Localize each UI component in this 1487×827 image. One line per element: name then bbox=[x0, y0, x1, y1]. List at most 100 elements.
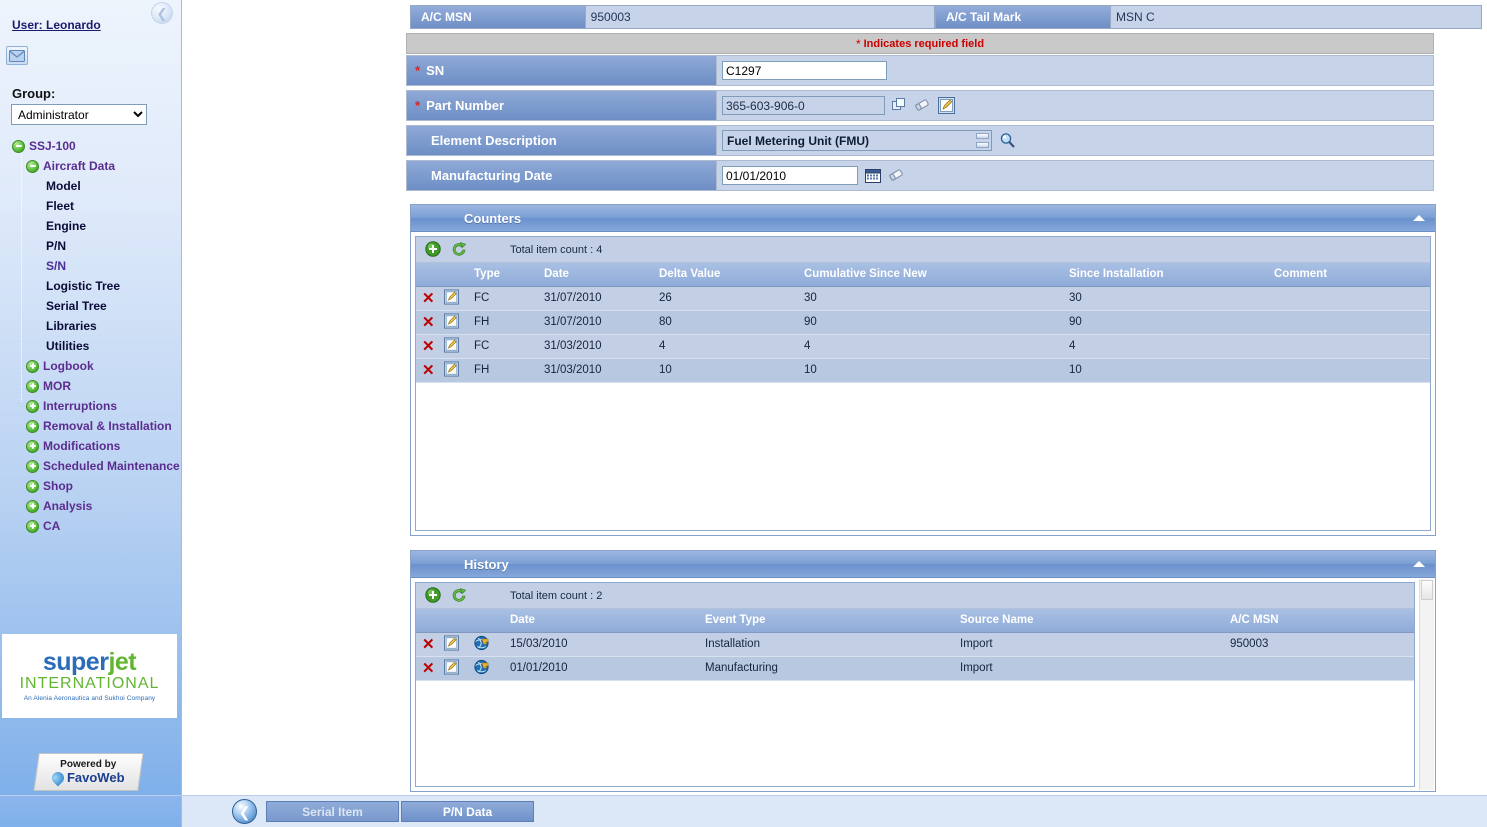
tree-item-interruptions[interactable]: Interruptions bbox=[8, 396, 181, 416]
history-panel-header[interactable]: History bbox=[411, 551, 1435, 578]
manufacturing-date-label: Manufacturing Date bbox=[407, 161, 717, 190]
tree-item-ca[interactable]: CA bbox=[8, 516, 181, 536]
counters-panel-header[interactable]: Counters bbox=[411, 205, 1435, 232]
tree-item-serial-tree[interactable]: Serial Tree bbox=[8, 296, 181, 316]
counters-cell-delta: 80 bbox=[653, 310, 798, 335]
tree-expand-icon[interactable] bbox=[26, 419, 39, 433]
edit-icon[interactable] bbox=[938, 97, 955, 114]
eraser-icon[interactable] bbox=[914, 98, 931, 113]
counters-edit-cell[interactable] bbox=[438, 358, 468, 383]
counters-row[interactable]: ✕ FH 31/03/2010 10 10 10 bbox=[416, 358, 1430, 383]
tree-expand-icon[interactable] bbox=[26, 399, 39, 413]
bottom-bar: ❮ Serial Item P/N Data bbox=[0, 795, 1487, 827]
counters-row[interactable]: ✕ FH 31/07/2010 80 90 90 bbox=[416, 310, 1430, 335]
tree-item-engine[interactable]: Engine bbox=[8, 216, 181, 236]
add-icon[interactable] bbox=[425, 587, 442, 604]
counters-delete-cell[interactable]: ✕ bbox=[416, 334, 438, 359]
tree-expand-icon[interactable] bbox=[26, 519, 39, 533]
history-delete-cell[interactable]: ✕ bbox=[416, 656, 438, 681]
tree-item-modifications[interactable]: Modifications bbox=[8, 436, 181, 456]
history-source-cell[interactable] bbox=[468, 632, 504, 657]
delete-icon[interactable]: ✕ bbox=[422, 660, 435, 677]
delete-icon[interactable]: ✕ bbox=[422, 362, 435, 379]
mail-icon[interactable] bbox=[6, 46, 28, 65]
tab-pn-data[interactable]: P/N Data bbox=[401, 801, 534, 822]
counters-title: Counters bbox=[464, 210, 522, 226]
edit-icon[interactable] bbox=[444, 635, 459, 654]
tree-item-analysis[interactable]: Analysis bbox=[8, 496, 181, 516]
history-row[interactable]: ✕ 15/03/2010 Installation Import 950003 bbox=[416, 632, 1414, 657]
tree-item-logistic-tree[interactable]: Logistic Tree bbox=[8, 276, 181, 296]
refresh-icon[interactable] bbox=[451, 241, 468, 258]
delete-icon[interactable]: ✕ bbox=[422, 636, 435, 653]
tree-item-aircraft-data[interactable]: Aircraft Data bbox=[8, 156, 181, 176]
history-delete-cell[interactable]: ✕ bbox=[416, 632, 438, 657]
tree-item-fleet[interactable]: Fleet bbox=[8, 196, 181, 216]
refresh-icon[interactable] bbox=[451, 587, 468, 604]
history-scrollbar[interactable] bbox=[1419, 579, 1434, 790]
counters-col-type: Type bbox=[468, 263, 538, 287]
add-icon[interactable] bbox=[425, 241, 442, 258]
tree-expand-icon[interactable] bbox=[26, 479, 39, 493]
tree-item-utilities[interactable]: Utilities bbox=[8, 336, 181, 356]
edit-icon[interactable] bbox=[444, 289, 459, 308]
counters-edit-cell[interactable] bbox=[438, 334, 468, 359]
history-source-cell[interactable] bbox=[468, 656, 504, 681]
tree-item-scheduled-maintenance[interactable]: Scheduled Maintenance bbox=[8, 456, 181, 476]
tree-item-shop[interactable]: Shop bbox=[8, 476, 181, 496]
edit-icon[interactable] bbox=[444, 361, 459, 380]
chevron-up-icon[interactable] bbox=[1413, 215, 1425, 221]
counters-col-edit bbox=[438, 263, 468, 287]
tree-item-s-n[interactable]: S/N bbox=[8, 256, 181, 276]
counters-edit-cell[interactable] bbox=[438, 310, 468, 335]
edit-icon[interactable] bbox=[444, 313, 459, 332]
back-arrow-icon[interactable]: ❮ bbox=[232, 799, 257, 824]
counters-row[interactable]: ✕ FC 31/03/2010 4 4 4 bbox=[416, 334, 1430, 359]
source-globe-icon[interactable] bbox=[474, 659, 490, 678]
tab-serial-item[interactable]: Serial Item bbox=[266, 801, 399, 822]
delete-icon[interactable]: ✕ bbox=[422, 290, 435, 307]
history-scrollbar-thumb[interactable] bbox=[1421, 580, 1433, 600]
sidebar-collapse-button[interactable]: ❮ bbox=[151, 2, 175, 26]
counters-edit-cell[interactable] bbox=[438, 286, 468, 311]
history-row[interactable]: ✕ 01/01/2010 Manufacturing Import bbox=[416, 656, 1414, 681]
tree-item-mor[interactable]: MOR bbox=[8, 376, 181, 396]
chevron-up-icon[interactable] bbox=[1413, 561, 1425, 567]
delete-icon[interactable]: ✕ bbox=[422, 338, 435, 355]
element-description-combo[interactable]: Fuel Metering Unit (FMU) bbox=[722, 130, 992, 151]
history-edit-cell[interactable] bbox=[438, 632, 468, 657]
manufacturing-date-input[interactable] bbox=[722, 166, 858, 185]
spinner-icon[interactable] bbox=[976, 133, 989, 148]
tree-collapse-icon[interactable] bbox=[26, 159, 39, 173]
source-globe-icon[interactable] bbox=[474, 635, 490, 654]
tree-item-ssj-100[interactable]: SSJ-100 bbox=[8, 136, 181, 156]
tree-collapse-icon[interactable] bbox=[12, 139, 25, 153]
part-number-input[interactable] bbox=[722, 96, 885, 115]
history-edit-cell[interactable] bbox=[438, 656, 468, 681]
tree-item-model[interactable]: Model bbox=[8, 176, 181, 196]
counters-delete-cell[interactable]: ✕ bbox=[416, 310, 438, 335]
tree-item-removal-installation[interactable]: Removal & Installation bbox=[8, 416, 181, 436]
eraser-icon[interactable] bbox=[888, 168, 905, 183]
counters-row[interactable]: ✕ FC 31/07/2010 26 30 30 bbox=[416, 286, 1430, 311]
delete-icon[interactable]: ✕ bbox=[422, 314, 435, 331]
edit-icon[interactable] bbox=[444, 337, 459, 356]
tree-expand-icon[interactable] bbox=[26, 379, 39, 393]
counters-delete-cell[interactable]: ✕ bbox=[416, 358, 438, 383]
tree-item-logbook[interactable]: Logbook bbox=[8, 356, 181, 376]
sn-label: * SN bbox=[407, 56, 717, 85]
tree-item-libraries[interactable]: Libraries bbox=[8, 316, 181, 336]
group-select[interactable]: Administrator bbox=[11, 104, 147, 125]
tree-expand-icon[interactable] bbox=[26, 459, 39, 473]
search-icon[interactable] bbox=[999, 132, 1016, 149]
copy-icon[interactable] bbox=[892, 98, 907, 113]
tree-expand-icon[interactable] bbox=[26, 499, 39, 513]
sn-input[interactable] bbox=[722, 61, 887, 80]
calendar-icon[interactable] bbox=[865, 168, 881, 184]
tree-item-p-n[interactable]: P/N bbox=[8, 236, 181, 256]
history-col-source bbox=[468, 609, 504, 633]
edit-icon[interactable] bbox=[444, 659, 459, 678]
tree-expand-icon[interactable] bbox=[26, 439, 39, 453]
tree-expand-icon[interactable] bbox=[26, 359, 39, 373]
counters-delete-cell[interactable]: ✕ bbox=[416, 286, 438, 311]
